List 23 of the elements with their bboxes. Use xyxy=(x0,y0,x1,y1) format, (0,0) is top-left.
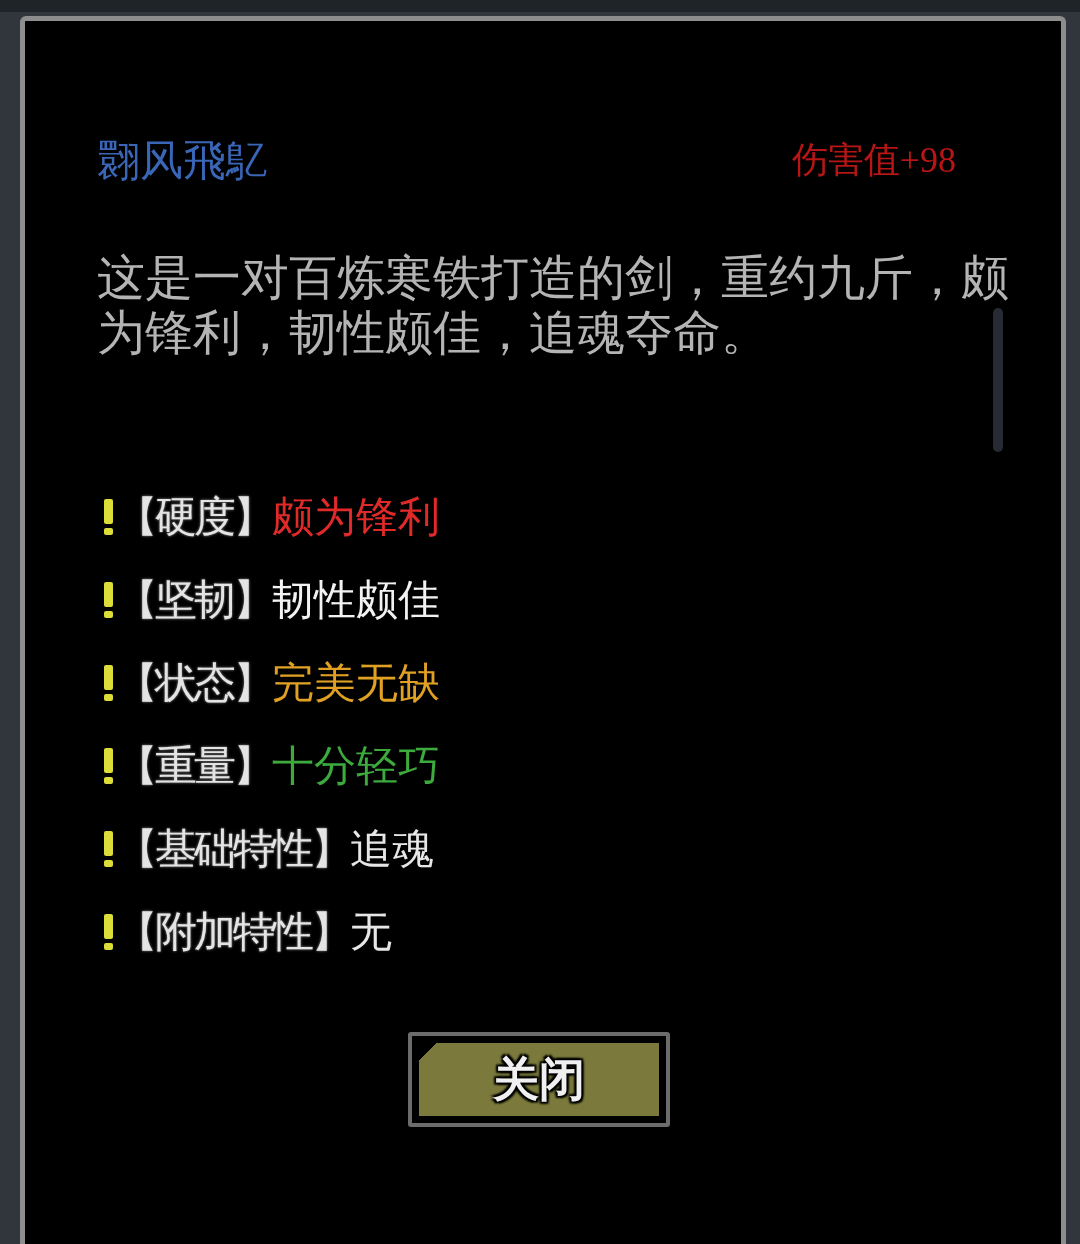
attribute-label: 【重量】 xyxy=(116,741,272,791)
exclamation-icon xyxy=(103,582,114,618)
exclamation-icon xyxy=(103,665,114,701)
scrollbar[interactable] xyxy=(993,308,1003,452)
attribute-label: 【基础特性】 xyxy=(116,824,350,874)
attribute-label: 【附加特性】 xyxy=(116,907,350,957)
close-button[interactable]: 关闭 xyxy=(408,1032,670,1127)
exclamation-icon xyxy=(103,499,114,535)
attribute-value: 追魂 xyxy=(350,824,434,874)
attribute-value: 无 xyxy=(350,907,392,957)
attribute-label: 【状态】 xyxy=(116,658,272,708)
attribute-value: 完美无缺 xyxy=(272,658,440,708)
attribute-value: 颇为锋利 xyxy=(272,492,440,542)
exclamation-icon xyxy=(103,831,114,867)
attribute-label: 【硬度】 xyxy=(116,492,272,542)
attribute-value: 十分轻巧 xyxy=(272,741,440,791)
exclamation-icon xyxy=(103,748,114,784)
item-description: 这是一对百炼寒铁打造的剑，重约九斤，颇为锋利，韧性颇佳，追魂夺命。 xyxy=(97,250,1010,360)
damage-stat: 伤害值+98 xyxy=(791,139,956,182)
attribute-label: 【坚韧】 xyxy=(116,575,272,625)
item-name-title: 翾风飛鳦 xyxy=(97,135,269,185)
exclamation-icon xyxy=(103,914,114,950)
attribute-value: 韧性颇佳 xyxy=(272,575,440,625)
